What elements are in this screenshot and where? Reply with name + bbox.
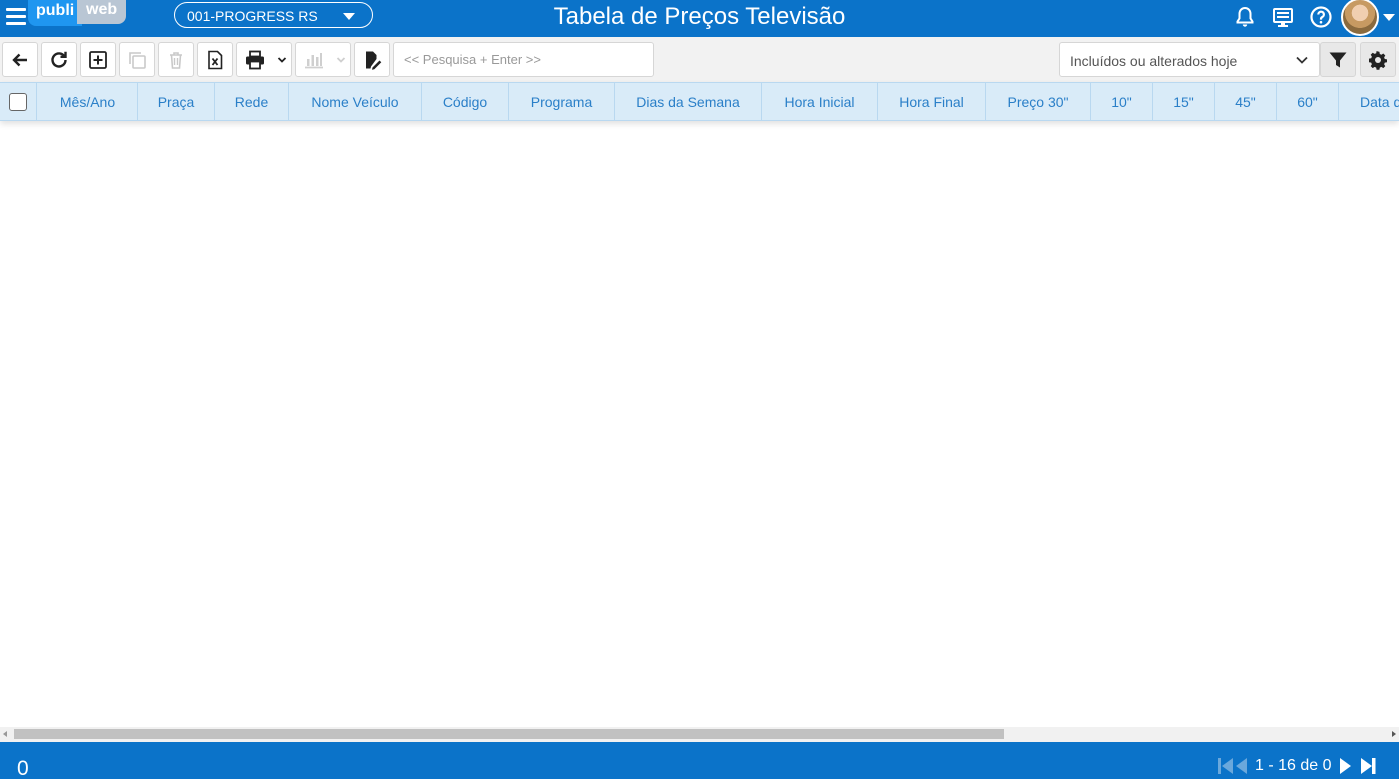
column-header-15[interactable]: 15" (1153, 83, 1215, 120)
horizontal-scrollbar[interactable] (0, 727, 1399, 742)
printer-icon (245, 50, 264, 69)
edit-document-button[interactable] (354, 42, 390, 77)
chevron-down-icon (1296, 56, 1308, 64)
delete-button[interactable] (158, 42, 194, 77)
plus-square-icon (89, 50, 107, 69)
toolbar: Incluídos ou alterados hoje (0, 37, 1399, 82)
chart-dropdown[interactable] (331, 43, 350, 76)
company-select-value: 001-PROGRESS RS (187, 8, 318, 24)
funnel-icon (1329, 52, 1347, 67)
record-count: 0 (17, 757, 29, 780)
print-dropdown[interactable] (272, 43, 291, 76)
monitor-icon[interactable] (1271, 5, 1295, 29)
copy-button[interactable] (119, 42, 155, 77)
filter-button[interactable] (1320, 42, 1356, 77)
footer-bar: 0 1 - 16 de 0 (0, 742, 1399, 780)
print-main-button[interactable] (237, 43, 272, 76)
date-filter-select[interactable]: Incluídos ou alterados hoje (1059, 42, 1320, 77)
column-header-45[interactable]: 45" (1215, 83, 1277, 120)
grid-body (0, 122, 1399, 727)
bell-icon[interactable] (1233, 5, 1257, 29)
date-filter-value: Incluídos ou alterados hoje (1070, 53, 1238, 69)
column-header-dias-da-semana[interactable]: Dias da Semana (615, 83, 762, 120)
last-page-icon (1360, 758, 1375, 774)
scrollbar-thumb[interactable] (14, 729, 1004, 739)
column-header-60[interactable]: 60" (1277, 83, 1339, 120)
copy-icon (129, 51, 146, 69)
chevron-down-icon (336, 56, 345, 63)
search-input[interactable] (393, 42, 654, 77)
column-header-10[interactable]: 10" (1091, 83, 1153, 120)
excel-file-icon (208, 50, 223, 69)
bar-chart-icon (304, 52, 323, 68)
scroll-right-icon[interactable] (1392, 731, 1396, 737)
chart-button[interactable] (295, 42, 351, 77)
logo-publi: publi (28, 0, 83, 26)
grid-header: Mês/Ano Praça Rede Nome Veículo Código P… (0, 82, 1399, 121)
next-page-button[interactable] (1338, 756, 1352, 776)
column-header-data[interactable]: Data de (1339, 83, 1399, 120)
pagination-info: 1 - 16 de 0 (1255, 757, 1332, 774)
avatar[interactable] (1341, 0, 1379, 36)
first-page-icon (1218, 758, 1247, 774)
select-all-cell (0, 83, 37, 120)
chevron-down-icon[interactable] (1383, 14, 1395, 21)
first-page-button[interactable] (1217, 756, 1249, 776)
logo-web: web (77, 0, 127, 24)
column-header-hora-final[interactable]: Hora Final (878, 83, 986, 120)
chart-main-button[interactable] (296, 43, 331, 76)
top-bar: publi web 001-PROGRESS RS Tabela de Preç… (0, 0, 1399, 37)
column-header-programa[interactable]: Programa (509, 83, 615, 120)
caret-down-icon (343, 13, 355, 20)
refresh-icon (51, 51, 67, 68)
refresh-button[interactable] (41, 42, 77, 77)
column-header-nome-veiculo[interactable]: Nome Veículo (289, 83, 422, 120)
add-button[interactable] (80, 42, 116, 77)
chevron-down-icon (277, 56, 286, 63)
gear-icon (1369, 50, 1387, 70)
column-header-mes-ano[interactable]: Mês/Ano (38, 83, 138, 120)
scroll-left-icon[interactable] (3, 731, 7, 737)
column-header-preco-30[interactable]: Preço 30" (986, 83, 1091, 120)
last-page-button[interactable] (1360, 756, 1377, 776)
company-select[interactable]: 001-PROGRESS RS (174, 2, 373, 28)
help-icon[interactable] (1309, 5, 1333, 29)
settings-button[interactable] (1360, 42, 1396, 77)
pagination: 1 - 16 de 0 (1217, 756, 1377, 776)
arrow-left-icon (12, 53, 27, 66)
menu-icon[interactable] (6, 8, 26, 26)
trash-icon (170, 51, 182, 69)
edit-document-icon (366, 51, 382, 70)
print-button[interactable] (236, 42, 292, 77)
export-excel-button[interactable] (197, 42, 233, 77)
select-all-checkbox[interactable] (9, 93, 27, 111)
column-header-rede[interactable]: Rede (215, 83, 289, 120)
back-button[interactable] (2, 42, 38, 77)
column-header-praca[interactable]: Praça (138, 83, 215, 120)
next-page-icon (1339, 758, 1351, 774)
column-header-hora-inicial[interactable]: Hora Inicial (762, 83, 878, 120)
column-header-codigo[interactable]: Código (422, 83, 509, 120)
